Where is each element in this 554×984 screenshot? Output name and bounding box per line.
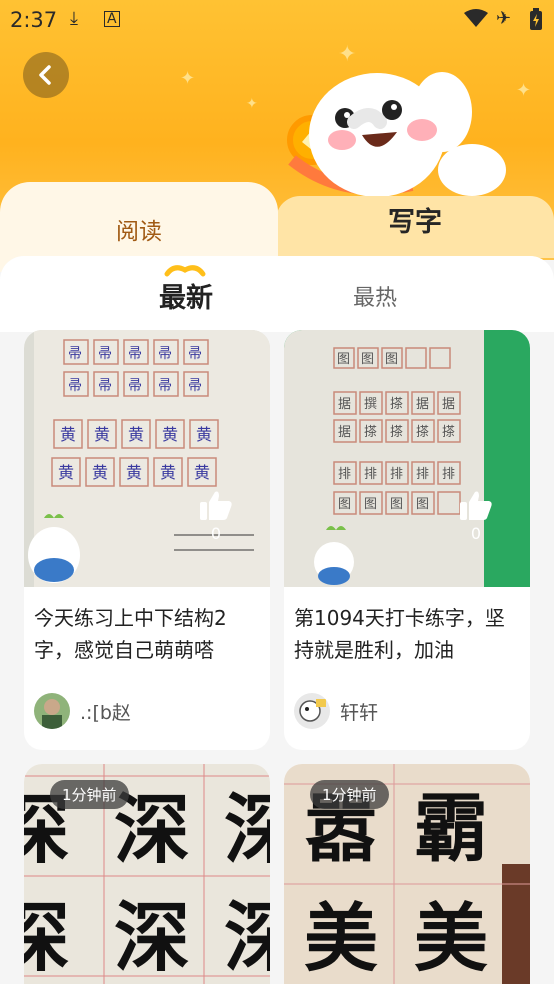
svg-text:帚: 帚	[128, 378, 142, 394]
svg-text:帚: 帚	[68, 346, 82, 362]
sparkle-icon: ✦	[180, 68, 196, 89]
svg-text:搽: 搽	[390, 425, 403, 440]
svg-text:据: 据	[442, 397, 455, 412]
status-time: 2:37	[10, 8, 58, 32]
svg-text:黄: 黄	[126, 463, 142, 482]
svg-text:黄: 黄	[160, 463, 176, 482]
svg-text:图: 图	[390, 497, 403, 512]
tab-read-label[interactable]: 阅读	[0, 212, 278, 246]
subtab-hot[interactable]: 最热	[335, 280, 415, 312]
svg-text:黄: 黄	[58, 463, 74, 482]
svg-text:排: 排	[338, 467, 351, 482]
svg-text:搽: 搽	[442, 425, 455, 440]
svg-text:深: 深	[114, 893, 190, 982]
sparkle-icon: ✦	[246, 96, 258, 112]
post-card[interactable]: 嚣霸 美美 1分钟前	[284, 764, 530, 984]
svg-text:帚: 帚	[98, 378, 112, 394]
subtab-latest[interactable]: 最新	[146, 276, 226, 315]
time-badge: 1分钟前	[310, 780, 389, 809]
svg-text:撰: 撰	[364, 397, 377, 412]
svg-text:图: 图	[337, 352, 350, 367]
post-card[interactable]: 深深深 深深深 1分钟前	[24, 764, 270, 984]
post-image[interactable]: 嚣霸 美美 1分钟前	[284, 764, 530, 984]
like-count: 0	[210, 524, 222, 543]
svg-text:图: 图	[385, 352, 398, 367]
like-count: 0	[470, 524, 482, 543]
svg-text:帚: 帚	[98, 346, 112, 362]
subtab-bar: 最新 最热	[0, 256, 554, 332]
svg-text:图: 图	[338, 497, 351, 512]
thumbs-up-icon	[200, 491, 232, 520]
svg-text:黄: 黄	[194, 463, 210, 482]
post-image[interactable]: 图图图 据撰搽据据 据搽搽搽搽 排排排排排 图图图图 0	[284, 330, 530, 587]
svg-text:排: 排	[390, 467, 403, 482]
svg-text:黄: 黄	[128, 425, 144, 444]
back-button[interactable]	[23, 52, 69, 98]
tab-write-label[interactable]: 写字	[276, 200, 554, 239]
svg-text:图: 图	[361, 352, 374, 367]
wifi-icon	[464, 8, 488, 33]
svg-text:排: 排	[416, 467, 429, 482]
author-name: 轩轩	[340, 701, 379, 724]
svg-text:图: 图	[364, 497, 377, 512]
author-name: .:[b赵	[80, 701, 131, 724]
svg-text:帚: 帚	[158, 378, 172, 394]
status-bar: 2:37 ⤓ A ✈	[0, 0, 554, 40]
time-badge: 1分钟前	[50, 780, 129, 809]
svg-text:黄: 黄	[94, 425, 110, 444]
like-button[interactable]: 0	[456, 490, 496, 543]
svg-text:黄: 黄	[60, 425, 76, 444]
post-text: 今天练习上中下结构2字，感觉自己萌萌嗒	[34, 606, 227, 662]
svg-text:图: 图	[416, 497, 429, 512]
svg-text:黄: 黄	[162, 425, 178, 444]
post-author[interactable]: .:[b赵	[34, 692, 131, 730]
svg-text:搽: 搽	[390, 397, 403, 412]
svg-text:黄: 黄	[92, 463, 108, 482]
post-image[interactable]: 帚帚帚帚帚 帚帚帚帚帚 黄黄黄黄黄 黄黄黄黄黄 0	[24, 330, 270, 587]
svg-text:排: 排	[442, 467, 455, 482]
airplane-icon: ✈	[496, 8, 512, 29]
svg-text:黄: 黄	[196, 425, 212, 444]
mascot-illustration	[287, 72, 506, 197]
svg-text:深: 深	[224, 893, 270, 982]
svg-text:帚: 帚	[188, 346, 202, 362]
svg-text:美: 美	[414, 896, 488, 982]
download-icon: ⤓	[70, 8, 78, 29]
post-text: 第1094天打卡练字，坚持就是胜利，加油	[294, 606, 505, 662]
post-card[interactable]: 图图图 据撰搽据据 据搽搽搽搽 排排排排排 图图图图 0 第1094天打卡练字，…	[284, 330, 530, 750]
chevron-left-icon	[39, 65, 51, 85]
content-panel: 最新 最热 帚帚帚帚帚 帚帚帚帚帚 黄黄黄黄黄 黄黄黄黄黄 0 今天练习上中下结…	[0, 256, 554, 984]
svg-text:搽: 搽	[364, 425, 377, 440]
avatar[interactable]	[34, 693, 70, 729]
svg-text:霸: 霸	[414, 786, 488, 872]
svg-text:美: 美	[304, 896, 378, 982]
post-author[interactable]: 轩轩	[294, 692, 378, 730]
svg-text:搽: 搽	[416, 425, 429, 440]
svg-text:据: 据	[338, 425, 351, 440]
svg-text:据: 据	[416, 397, 429, 412]
svg-text:深: 深	[24, 893, 70, 982]
thumbs-up-icon	[460, 491, 492, 520]
svg-text:帚: 帚	[188, 378, 202, 394]
svg-text:深: 深	[224, 785, 270, 874]
battery-icon	[530, 8, 542, 35]
svg-text:排: 排	[364, 467, 377, 482]
post-image[interactable]: 深深深 深深深 1分钟前	[24, 764, 270, 984]
svg-text:帚: 帚	[158, 346, 172, 362]
post-card[interactable]: 帚帚帚帚帚 帚帚帚帚帚 黄黄黄黄黄 黄黄黄黄黄 0 今天练习上中下结构2字，感觉…	[24, 330, 270, 750]
like-button[interactable]: 0	[196, 490, 236, 543]
svg-text:帚: 帚	[68, 378, 82, 394]
avatar[interactable]	[294, 693, 330, 729]
svg-text:帚: 帚	[128, 346, 142, 362]
a-badge-icon: A	[104, 11, 120, 27]
svg-text:据: 据	[338, 397, 351, 412]
